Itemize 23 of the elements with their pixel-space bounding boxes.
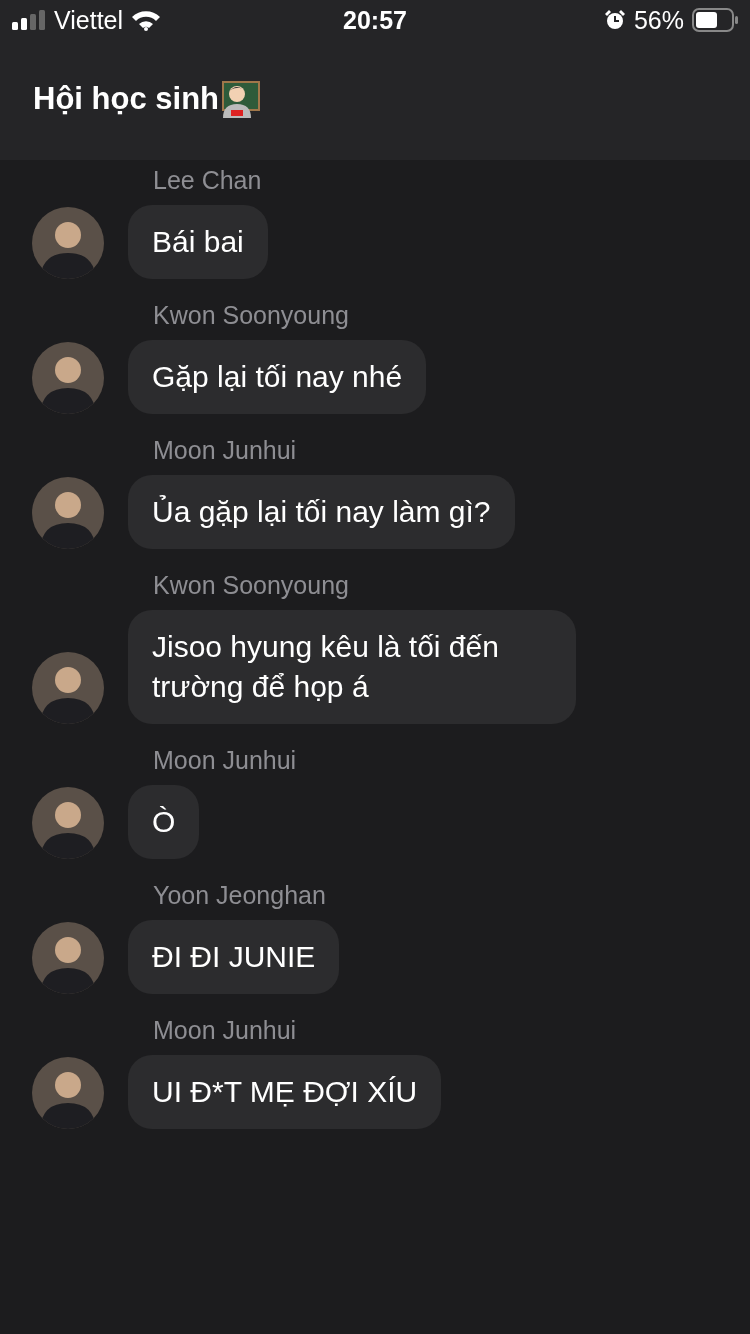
sender-name: Moon Junhui xyxy=(153,746,298,775)
carrier-name: Viettel xyxy=(54,5,124,35)
message-bubble: Gặp lại tối nay nhé xyxy=(128,340,427,414)
message-bubble: Ò xyxy=(128,785,200,859)
sender-name: Yoon Jeonghan xyxy=(153,881,327,910)
message-bubble: Jisoo hyung kêu là tối đến trường để họp á xyxy=(128,610,576,724)
signal-icon xyxy=(12,10,46,30)
sender-name: Kwon Soonyoung xyxy=(153,301,350,330)
sender-name: Lee Chan xyxy=(153,166,263,195)
battery-icon xyxy=(692,8,738,32)
message-bubble: UI Đ*T MẸ ĐỢI XÍU xyxy=(128,1055,442,1129)
status-time: 20:57 xyxy=(343,5,407,35)
sender-name: Moon Junhui xyxy=(153,436,298,465)
chat-title: Hội học sinh xyxy=(33,81,219,117)
battery-percent: 56% xyxy=(633,5,684,35)
sender-name: Moon Junhui xyxy=(153,1016,298,1045)
teacher-icon xyxy=(219,80,261,118)
alarm-icon xyxy=(603,9,626,31)
message-bubble: ĐI ĐI JUNIE xyxy=(128,920,340,994)
message-bubble: Ủa gặp lại tối nay làm gì? xyxy=(128,475,515,549)
message-bubble: Bái bai xyxy=(128,205,268,279)
sender-name: Kwon Soonyoung xyxy=(153,571,350,600)
wifi-icon xyxy=(131,9,162,31)
